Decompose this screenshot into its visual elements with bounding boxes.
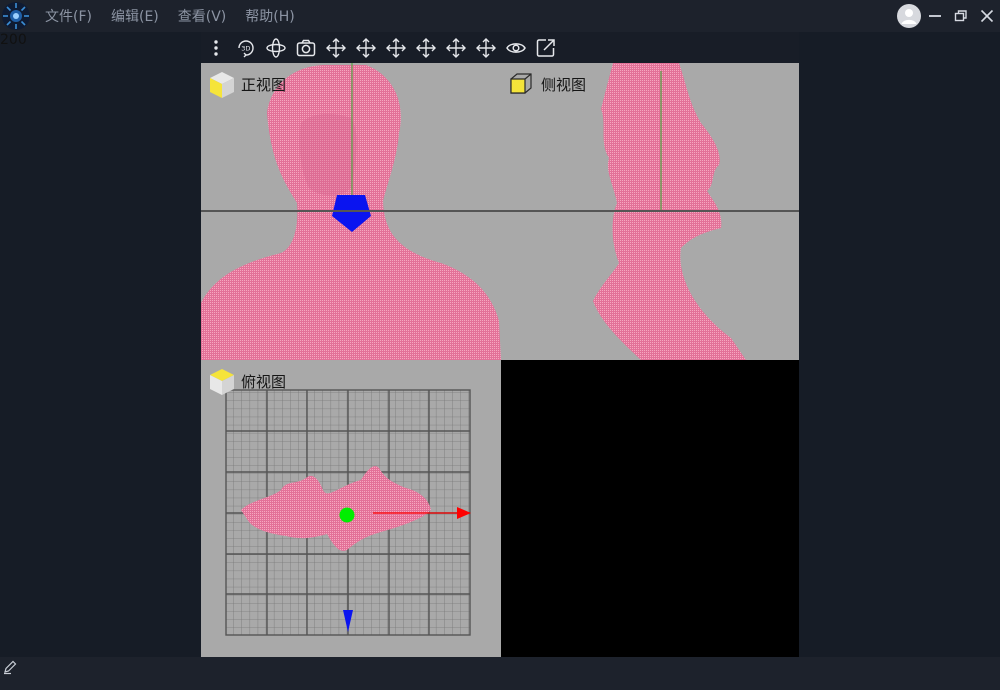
move-icon xyxy=(356,37,376,58)
move-button-3[interactable] xyxy=(381,33,411,63)
move-icon xyxy=(386,37,406,58)
more-button[interactable] xyxy=(201,33,231,63)
top-grid-view xyxy=(225,389,471,636)
visibility-button[interactable] xyxy=(501,33,531,63)
close-button[interactable] xyxy=(974,0,1000,32)
export-button[interactable] xyxy=(531,33,561,63)
orbit-icon xyxy=(266,37,286,58)
move-button-1[interactable] xyxy=(321,33,351,63)
restore-icon xyxy=(954,10,967,22)
menu-edit[interactable]: 编辑(E) xyxy=(108,6,162,26)
minimize-button[interactable] xyxy=(922,0,948,32)
front-view-label: 正视图 xyxy=(241,76,287,94)
menu-file[interactable]: 文件(F) xyxy=(42,6,95,26)
restore-button[interactable] xyxy=(948,0,974,32)
user-icon xyxy=(897,4,921,28)
perspective-view-pane[interactable] xyxy=(501,360,799,657)
screenshot-button[interactable] xyxy=(291,33,321,63)
orbit-button[interactable] xyxy=(261,33,291,63)
x-axis-line xyxy=(201,210,799,212)
value-readout: 200 xyxy=(0,32,27,48)
menu-bar: 文件(F) 编辑(E) 查看(V) 帮助(H) xyxy=(42,0,311,32)
camera-icon xyxy=(296,39,316,56)
svg-text:3D: 3D xyxy=(241,44,250,52)
top-view-label: 俯视图 xyxy=(241,373,287,391)
move-button-4[interactable] xyxy=(411,33,441,63)
move-icon xyxy=(446,37,466,58)
eye-icon xyxy=(506,42,526,53)
viewport[interactable]: 正视图 侧视图 俯视图 xyxy=(201,63,799,657)
rotate-3d-icon: 3D xyxy=(238,39,254,57)
minimize-icon xyxy=(929,15,941,17)
move-icon xyxy=(416,37,436,58)
edit-pencil-icon[interactable] xyxy=(2,659,18,675)
status-bar xyxy=(0,657,1000,690)
user-avatar-button[interactable] xyxy=(896,0,922,32)
front-view-cube-icon xyxy=(210,72,234,98)
move-icon xyxy=(326,37,346,58)
app-logo xyxy=(2,2,30,30)
move-button-5[interactable] xyxy=(441,33,471,63)
side-view-label: 侧视图 xyxy=(541,76,587,94)
side-view-cube-icon xyxy=(510,73,532,94)
window-controls xyxy=(896,0,1000,32)
move-button-6[interactable] xyxy=(471,33,501,63)
external-link-icon xyxy=(536,38,555,57)
rotate-3d-button[interactable]: 3D xyxy=(231,33,261,63)
close-icon xyxy=(980,9,994,23)
origin-marker xyxy=(339,507,355,523)
title-bar: 文件(F) 编辑(E) 查看(V) 帮助(H) xyxy=(0,0,1000,32)
more-vertical-icon xyxy=(214,39,218,56)
top-view-pane[interactable]: 俯视图 xyxy=(201,360,501,657)
viewer-toolbar: 3D xyxy=(201,32,799,63)
top-view-cube-icon xyxy=(210,369,234,395)
move-button-2[interactable] xyxy=(351,33,381,63)
move-icon xyxy=(476,37,496,58)
menu-help[interactable]: 帮助(H) xyxy=(242,6,297,26)
menu-view[interactable]: 查看(V) xyxy=(175,6,230,26)
